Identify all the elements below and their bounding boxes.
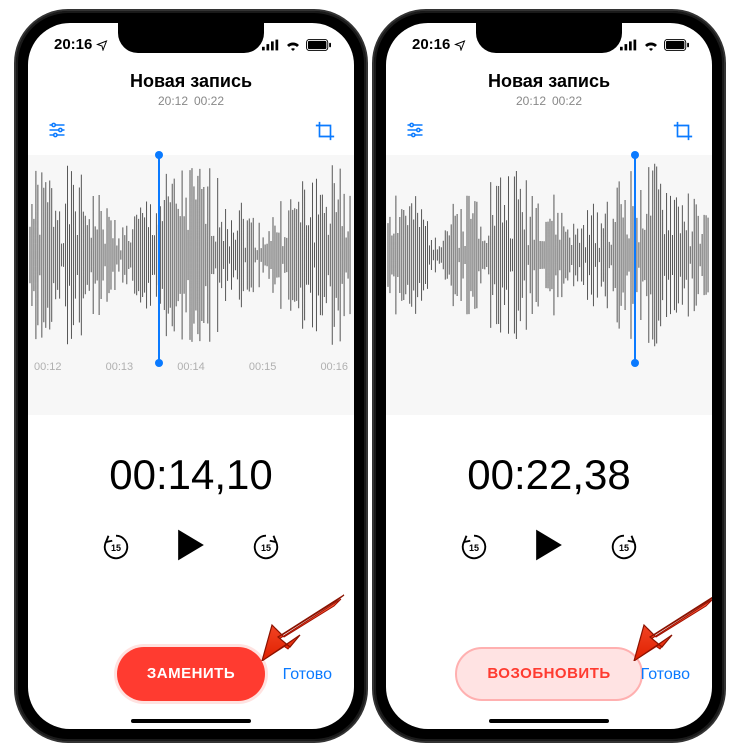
annotation-arrow-icon (628, 591, 712, 661)
play-button[interactable] (533, 527, 565, 568)
settings-icon[interactable] (404, 120, 426, 147)
status-time: 20:16 (412, 36, 466, 53)
skip-forward-label: 15 (619, 543, 629, 553)
battery-icon (664, 39, 690, 51)
recording-title: Новая запись (386, 71, 712, 92)
clock: 20:16 (412, 36, 450, 53)
recording-header: Новая запись 20:1200:22 (386, 67, 712, 114)
waveform-icon (28, 155, 354, 355)
done-button[interactable]: Готово (283, 666, 332, 684)
location-icon (96, 39, 108, 51)
annotation-arrow-icon (256, 591, 346, 661)
wifi-icon (285, 39, 301, 51)
waveform-area[interactable] (386, 155, 712, 415)
home-indicator[interactable] (131, 719, 251, 723)
playhead[interactable] (634, 155, 636, 363)
device-notch (476, 23, 622, 53)
wifi-icon (643, 39, 659, 51)
done-button[interactable]: Готово (641, 666, 690, 684)
recording-meta: 20:1200:22 (386, 94, 712, 108)
skip-forward-label: 15 (261, 543, 271, 553)
screen: 20:16 Новая запись 20:1200:22 (386, 23, 712, 729)
screen: 20:16 Новая запись 20:1200:22 (28, 23, 354, 729)
recording-meta: 20:1200:22 (28, 94, 354, 108)
main-action-button[interactable]: ВОЗОБНОВИТЬ (455, 647, 642, 701)
settings-icon[interactable] (46, 120, 68, 147)
home-indicator[interactable] (489, 719, 609, 723)
waveform-area[interactable]: 00:1200:1300:1400:1500:16 (28, 155, 354, 415)
trim-icon[interactable] (314, 120, 336, 147)
phone-frame: 20:16 Новая запись 20:1200:22 (374, 11, 724, 741)
recording-header: Новая запись 20:1200:22 (28, 67, 354, 114)
playhead[interactable] (158, 155, 160, 363)
main-action-button[interactable]: ЗАМЕНИТЬ (117, 647, 265, 701)
skip-back-button[interactable]: 15 (101, 532, 131, 562)
timeline-ticks (386, 355, 712, 361)
device-notch (118, 23, 264, 53)
play-button[interactable] (175, 527, 207, 568)
battery-icon (306, 39, 332, 51)
signal-icon (620, 39, 638, 51)
phone-frame: 20:16 Новая запись 20:1200:22 (16, 11, 366, 741)
status-time: 20:16 (54, 36, 108, 53)
skip-back-label: 15 (469, 543, 479, 553)
clock: 20:16 (54, 36, 92, 53)
timeline-ticks: 00:1200:1300:1400:1500:16 (28, 355, 354, 373)
location-icon (454, 39, 466, 51)
elapsed-time: 00:14,10 (28, 451, 354, 499)
skip-back-button[interactable]: 15 (459, 532, 489, 562)
skip-forward-button[interactable]: 15 (609, 532, 639, 562)
waveform-icon (386, 155, 712, 355)
trim-icon[interactable] (672, 120, 694, 147)
skip-forward-button[interactable]: 15 (251, 532, 281, 562)
skip-back-label: 15 (111, 543, 121, 553)
recording-title: Новая запись (28, 71, 354, 92)
elapsed-time: 00:22,38 (386, 451, 712, 499)
signal-icon (262, 39, 280, 51)
